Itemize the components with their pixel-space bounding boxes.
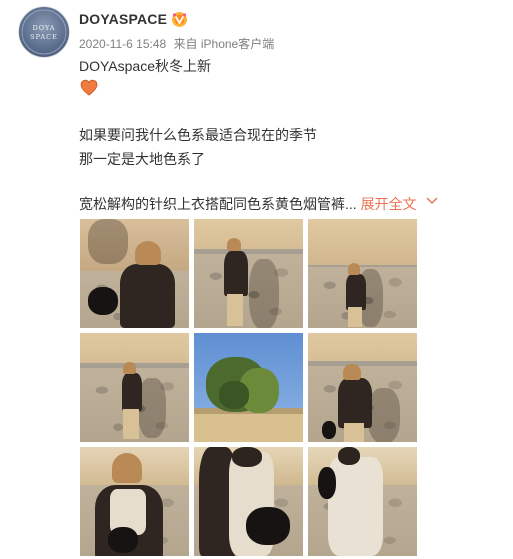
post-text-truncated: 宽松解构的针织上衣搭配同色系黄色烟管裤... — [79, 196, 357, 212]
photo-thumbnail[interactable] — [194, 219, 303, 328]
post-text-line: DOYAspace秋冬上新 — [79, 58, 211, 74]
photo-thumbnail[interactable] — [308, 219, 417, 328]
photo-thumbnail[interactable] — [80, 333, 189, 442]
post-text-summary: 宽松解构的针织上衣搭配同色系黄色烟管裤... 展开全文 — [79, 194, 417, 214]
post-source[interactable]: 来自 iPhone客户端 — [174, 37, 275, 51]
avatar-logo: DOYA SPACE — [21, 9, 67, 55]
photo-thumbnail[interactable] — [80, 219, 189, 328]
photo-thumbnail[interactable] — [308, 333, 417, 442]
username[interactable]: DOYASPACE — [79, 11, 167, 27]
heart-icon — [80, 79, 98, 96]
svg-text:SPACE: SPACE — [30, 33, 58, 41]
svg-text:DOYA: DOYA — [32, 24, 55, 32]
post-meta: 2020-11-6 15:48 来自 iPhone客户端 — [79, 35, 278, 52]
vip-badge-icon[interactable] — [171, 11, 188, 28]
expand-full-text-link[interactable]: 展开全文 — [361, 196, 417, 212]
photo-thumbnail[interactable] — [308, 447, 417, 556]
post-text-line: 那一定是大地色系了 — [79, 151, 205, 167]
weibo-post: DOYA SPACE DOYASPACE 2020-11-6 15:48 来自 … — [0, 0, 513, 559]
photo-thumbnail[interactable] — [80, 447, 189, 556]
post-datetime[interactable]: 2020-11-6 15:48 — [79, 37, 166, 51]
avatar[interactable]: DOYA SPACE — [18, 6, 70, 58]
photo-thumbnail[interactable] — [194, 447, 303, 556]
photo-thumbnail[interactable] — [194, 333, 303, 442]
post-text-line: 如果要问我什么色系最适合现在的季节 — [79, 127, 317, 143]
chevron-down-icon[interactable] — [426, 196, 438, 206]
